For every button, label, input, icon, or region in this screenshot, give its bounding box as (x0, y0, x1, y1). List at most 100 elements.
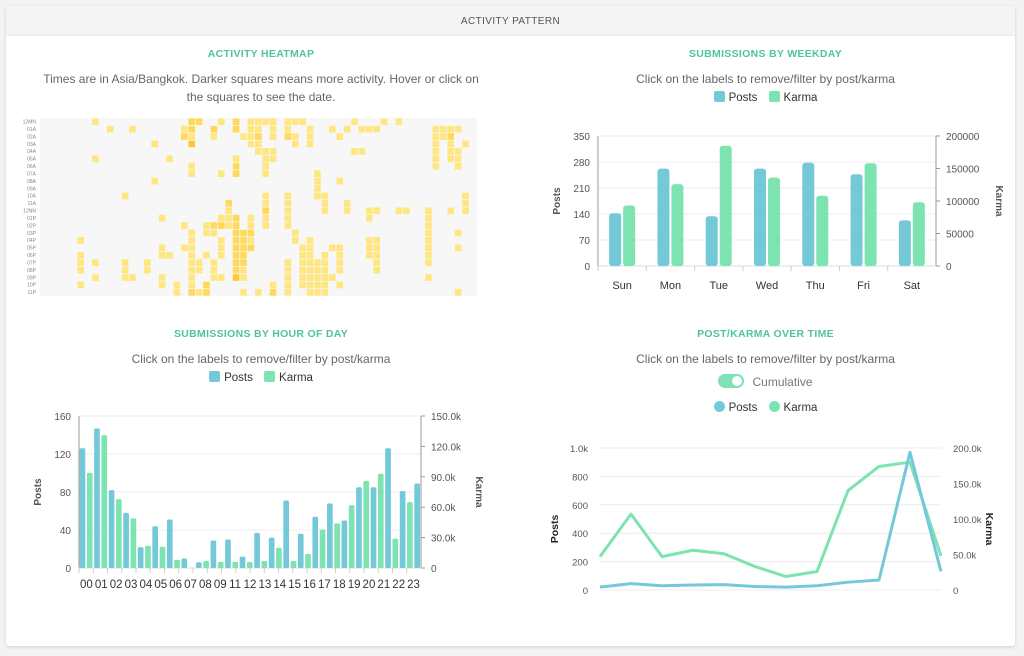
heatmap-cell[interactable] (314, 259, 321, 266)
heatmap-cell[interactable] (343, 125, 351, 133)
heatmap-cell[interactable] (232, 118, 240, 126)
heatmap-cell[interactable] (240, 133, 247, 140)
heatmap-cell[interactable] (432, 140, 440, 148)
heatmap-cell[interactable] (166, 251, 173, 259)
heatmap-cell[interactable] (188, 266, 195, 274)
heatmap-cell[interactable] (247, 244, 255, 252)
heatmap-cell[interactable] (454, 289, 462, 296)
heatmap-cell[interactable] (425, 259, 432, 266)
heatmap-cell[interactable] (432, 162, 440, 170)
heatmap-cell[interactable] (314, 274, 321, 281)
heatmap-cell[interactable] (380, 118, 388, 126)
heatmap-cell[interactable] (262, 155, 269, 163)
heatmap-cell[interactable] (240, 229, 247, 237)
heatmap-cell[interactable] (262, 118, 269, 126)
heatmap-cell[interactable] (195, 118, 203, 126)
heatmap-cell[interactable] (306, 289, 314, 296)
heatmap-cell[interactable] (188, 244, 195, 252)
heatmap-cell[interactable] (366, 244, 373, 252)
heatmap-cell[interactable] (210, 125, 218, 133)
heatmap-cell[interactable] (343, 200, 351, 207)
heatmap-cell[interactable] (210, 222, 218, 229)
heatmap-cell[interactable] (425, 244, 432, 252)
heatmap-cell[interactable] (225, 222, 232, 229)
heatmap-cell[interactable] (454, 148, 462, 155)
heatmap-cell[interactable] (77, 259, 84, 266)
heatmap-cell[interactable] (121, 274, 129, 281)
heatmap-cell[interactable] (425, 237, 432, 244)
heatmap-cell[interactable] (284, 274, 292, 281)
heatmap-cell[interactable] (336, 251, 343, 259)
heatmap-cell[interactable] (107, 125, 114, 133)
heatmap-cell[interactable] (447, 140, 454, 148)
heatmap-cell[interactable] (440, 125, 447, 133)
heatmap-cell[interactable] (240, 274, 247, 281)
heatmap-cell[interactable] (306, 133, 314, 140)
heatmap-cell[interactable] (432, 155, 440, 163)
heatmap-cell[interactable] (329, 274, 336, 281)
heatmap-cell[interactable] (92, 274, 99, 281)
heatmap-cell[interactable] (314, 177, 321, 185)
heatmap-cell[interactable] (225, 214, 232, 222)
heatmap-cell[interactable] (395, 118, 403, 126)
heatmap-cell[interactable] (425, 207, 432, 215)
heatmap-cell[interactable] (240, 251, 247, 259)
heatmap-cell[interactable] (188, 259, 195, 266)
heatmap-cell[interactable] (284, 289, 292, 296)
heatmap-cell[interactable] (299, 266, 306, 274)
heatmap-cell[interactable] (232, 170, 240, 177)
heatmap-cell[interactable] (181, 125, 188, 133)
heatmap-cell[interactable] (314, 170, 321, 177)
heatmap-cell[interactable] (321, 251, 329, 259)
heatmap-cell[interactable] (218, 170, 225, 177)
heatmap-cell[interactable] (284, 125, 292, 133)
heatmap-cell[interactable] (144, 266, 151, 274)
heatmap-cell[interactable] (203, 289, 210, 296)
heatmap-cell[interactable] (232, 162, 240, 170)
heatmap-cell[interactable] (321, 259, 329, 266)
heatmap-cell[interactable] (255, 140, 262, 148)
heatmap-cell[interactable] (218, 244, 225, 252)
heatmap-cell[interactable] (195, 289, 203, 296)
heatmap-cell[interactable] (262, 148, 269, 155)
heatmap-cell[interactable] (121, 192, 129, 200)
heatmap-cell[interactable] (425, 222, 432, 229)
heatmap-cell[interactable] (299, 259, 306, 266)
heatmap-cell[interactable] (232, 222, 240, 229)
heatmap-cell[interactable] (240, 237, 247, 244)
heatmap-cell[interactable] (366, 237, 373, 244)
heatmap-cell[interactable] (284, 266, 292, 274)
heatmap-cell[interactable] (218, 251, 225, 259)
heatmap-cell[interactable] (314, 185, 321, 192)
heatmap-cell[interactable] (158, 244, 166, 252)
heatmap-cell[interactable] (284, 259, 292, 266)
heatmap-cell[interactable] (218, 118, 225, 126)
heatmap-cell[interactable] (232, 229, 240, 237)
heatmap-cell[interactable] (188, 140, 195, 148)
heatmap-cell[interactable] (269, 125, 277, 133)
heatmap-cell[interactable] (218, 237, 225, 244)
heatmap-cell[interactable] (240, 266, 247, 274)
heatmap-cell[interactable] (247, 222, 255, 229)
heatmap-cell[interactable] (284, 207, 292, 215)
heatmap-cell[interactable] (262, 222, 269, 229)
heatmap-cell[interactable] (232, 125, 240, 133)
heatmap-cell[interactable] (144, 259, 151, 266)
heatmap-cell[interactable] (262, 207, 269, 215)
heatmap-cell[interactable] (262, 162, 269, 170)
heatmap-cell[interactable] (262, 192, 269, 200)
heatmap-cell[interactable] (240, 289, 247, 296)
heatmap-cell[interactable] (447, 133, 454, 140)
heatmap-cell[interactable] (247, 125, 255, 133)
heatmap-cell[interactable] (269, 148, 277, 155)
heatmap-cell[interactable] (284, 118, 292, 126)
heatmap-cell[interactable] (329, 125, 336, 133)
heatmap-cell[interactable] (299, 251, 306, 259)
heatmap-cell[interactable] (210, 274, 218, 281)
heatmap-cell[interactable] (225, 200, 232, 207)
heatmap-cell[interactable] (306, 125, 314, 133)
heatmap-cell[interactable] (181, 222, 188, 229)
heatmap-cell[interactable] (232, 259, 240, 266)
heatmap-cell[interactable] (232, 237, 240, 244)
heatmap-cell[interactable] (195, 266, 203, 274)
